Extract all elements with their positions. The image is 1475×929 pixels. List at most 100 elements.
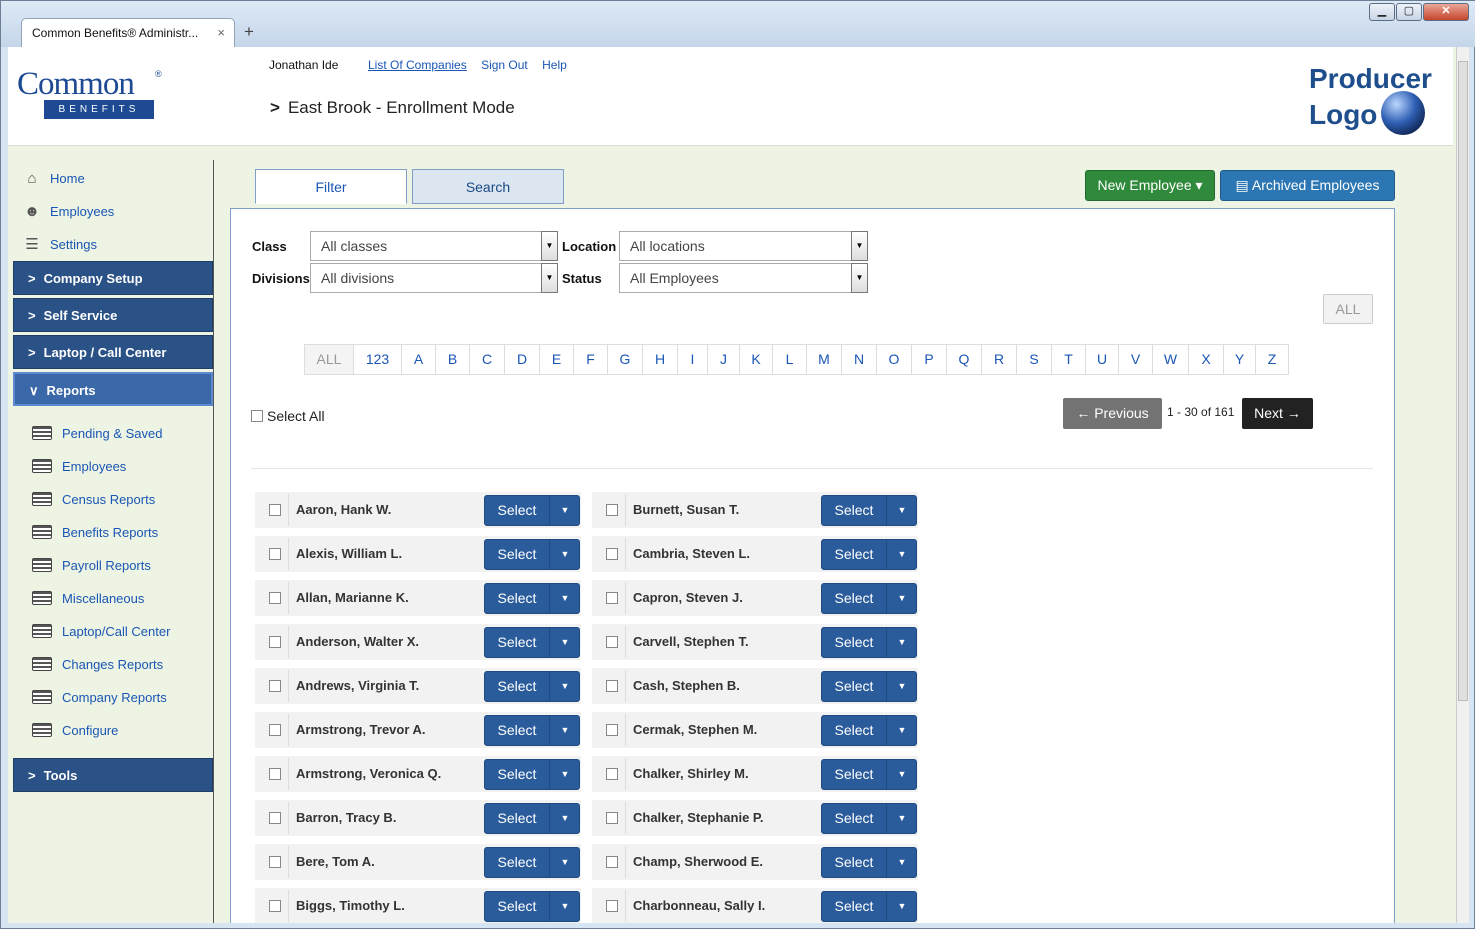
select-button[interactable]: Select ▼ xyxy=(821,715,917,746)
caret-down-icon[interactable]: ▼ xyxy=(549,892,580,921)
select-label[interactable]: Select xyxy=(822,628,886,657)
select-label[interactable]: Select xyxy=(822,716,886,745)
select-button[interactable]: Select ▼ xyxy=(821,759,917,790)
caret-down-icon[interactable]: ▼ xyxy=(549,760,580,789)
close-tab-icon[interactable]: × xyxy=(217,25,225,40)
row-checkbox[interactable] xyxy=(269,768,281,780)
alpha-letter[interactable]: A xyxy=(402,344,436,375)
dropdown-arrow-icon[interactable]: ▼ xyxy=(851,231,868,261)
select-button[interactable]: Select ▼ xyxy=(484,847,580,878)
alpha-letter[interactable]: N xyxy=(842,344,877,375)
alpha-letter[interactable]: L xyxy=(773,344,807,375)
status-select[interactable]: All Employees ▼ xyxy=(619,263,868,293)
caret-down-icon[interactable]: ▼ xyxy=(549,848,580,877)
select-label[interactable]: Select xyxy=(485,892,549,921)
select-button[interactable]: Select ▼ xyxy=(821,671,917,702)
self-service-section[interactable]: > Self Service xyxy=(13,298,213,332)
select-label[interactable]: Select xyxy=(485,804,549,833)
next-button[interactable]: Next → xyxy=(1242,398,1313,429)
alpha-letter[interactable]: G xyxy=(608,344,643,375)
new-tab-icon[interactable]: + xyxy=(244,22,254,42)
sidebar-report-item[interactable]: Configure xyxy=(32,720,118,740)
alpha-letter[interactable]: Y xyxy=(1224,344,1256,375)
browser-tab[interactable]: Common Benefits® Administr... × xyxy=(21,18,235,47)
reports-section[interactable]: ∨ Reports xyxy=(13,372,213,406)
select-label[interactable]: Select xyxy=(485,848,549,877)
select-button[interactable]: Select ▼ xyxy=(484,539,580,570)
select-label[interactable]: Select xyxy=(485,672,549,701)
select-label[interactable]: Select xyxy=(485,716,549,745)
select-label[interactable]: Select xyxy=(822,892,886,921)
select-label[interactable]: Select xyxy=(822,804,886,833)
sidebar-settings[interactable]: ☰ Settings xyxy=(22,234,97,254)
caret-down-icon[interactable]: ▼ xyxy=(549,496,580,525)
minimize-button[interactable]: ▁ xyxy=(1369,3,1395,21)
row-checkbox[interactable] xyxy=(606,548,618,560)
row-checkbox[interactable] xyxy=(269,592,281,604)
caret-down-icon[interactable]: ▼ xyxy=(549,628,580,657)
company-logo[interactable]: Common ® BENEFITS xyxy=(17,67,167,127)
row-checkbox[interactable] xyxy=(606,636,618,648)
select-button[interactable]: Select ▼ xyxy=(484,759,580,790)
new-employee-button[interactable]: New Employee ▾ xyxy=(1085,170,1215,201)
all-filter-button[interactable]: ALL xyxy=(1323,294,1373,324)
row-checkbox[interactable] xyxy=(606,504,618,516)
select-button[interactable]: Select ▼ xyxy=(821,495,917,526)
row-checkbox[interactable] xyxy=(606,592,618,604)
alpha-letter[interactable]: K xyxy=(740,344,773,375)
select-all-checkbox[interactable] xyxy=(251,410,263,422)
select-button[interactable]: Select ▼ xyxy=(484,803,580,834)
caret-down-icon[interactable]: ▼ xyxy=(886,848,917,877)
alpha-all[interactable]: ALL xyxy=(304,344,354,375)
row-checkbox[interactable] xyxy=(269,900,281,912)
row-checkbox[interactable] xyxy=(269,548,281,560)
alpha-letter[interactable]: U xyxy=(1086,344,1119,375)
sidebar-report-item[interactable]: Miscellaneous xyxy=(32,588,144,608)
alpha-letter[interactable]: C xyxy=(470,344,505,375)
sidebar-report-item[interactable]: Pending & Saved xyxy=(32,423,162,443)
sidebar-report-item[interactable]: Benefits Reports xyxy=(32,522,158,542)
sidebar-report-item[interactable]: Changes Reports xyxy=(32,654,163,674)
select-all[interactable]: Select All xyxy=(251,408,325,424)
caret-down-icon[interactable]: ▼ xyxy=(886,672,917,701)
alpha-letter[interactable]: F xyxy=(574,344,608,375)
select-button[interactable]: Select ▼ xyxy=(484,495,580,526)
caret-down-icon[interactable]: ▼ xyxy=(886,496,917,525)
caret-down-icon[interactable]: ▼ xyxy=(549,672,580,701)
vertical-scrollbar[interactable] xyxy=(1456,47,1469,923)
caret-down-icon[interactable]: ▼ xyxy=(886,540,917,569)
row-checkbox[interactable] xyxy=(606,900,618,912)
caret-down-icon[interactable]: ▼ xyxy=(886,760,917,789)
tools-section[interactable]: > Tools xyxy=(13,758,213,792)
sign-out-link[interactable]: Sign Out xyxy=(481,58,528,72)
caret-down-icon[interactable]: ▼ xyxy=(886,584,917,613)
dropdown-arrow-icon[interactable]: ▼ xyxy=(541,231,558,261)
select-label[interactable]: Select xyxy=(822,540,886,569)
row-checkbox[interactable] xyxy=(606,680,618,692)
select-label[interactable]: Select xyxy=(822,496,886,525)
sidebar-home[interactable]: ⌂ Home xyxy=(22,168,84,188)
close-window-button[interactable]: ✕ xyxy=(1423,3,1469,21)
divisions-select[interactable]: All divisions ▼ xyxy=(310,263,558,293)
select-label[interactable]: Select xyxy=(485,496,549,525)
sidebar-report-item[interactable]: Payroll Reports xyxy=(32,555,151,575)
select-button[interactable]: Select ▼ xyxy=(484,583,580,614)
help-link[interactable]: Help xyxy=(542,58,567,72)
caret-down-icon[interactable]: ▼ xyxy=(886,892,917,921)
select-label[interactable]: Select xyxy=(822,584,886,613)
caret-down-icon[interactable]: ▼ xyxy=(549,804,580,833)
select-label[interactable]: Select xyxy=(485,584,549,613)
row-checkbox[interactable] xyxy=(606,812,618,824)
row-checkbox[interactable] xyxy=(269,504,281,516)
caret-down-icon[interactable]: ▼ xyxy=(549,540,580,569)
select-button[interactable]: Select ▼ xyxy=(821,891,917,922)
row-checkbox[interactable] xyxy=(269,856,281,868)
select-label[interactable]: Select xyxy=(822,848,886,877)
dropdown-arrow-icon[interactable]: ▼ xyxy=(541,263,558,293)
scrollbar-thumb[interactable] xyxy=(1458,61,1468,701)
select-button[interactable]: Select ▼ xyxy=(821,583,917,614)
select-button[interactable]: Select ▼ xyxy=(821,539,917,570)
company-setup-section[interactable]: > Company Setup xyxy=(13,261,213,295)
caret-down-icon[interactable]: ▼ xyxy=(886,628,917,657)
alpha-letter[interactable]: Q xyxy=(947,344,982,375)
